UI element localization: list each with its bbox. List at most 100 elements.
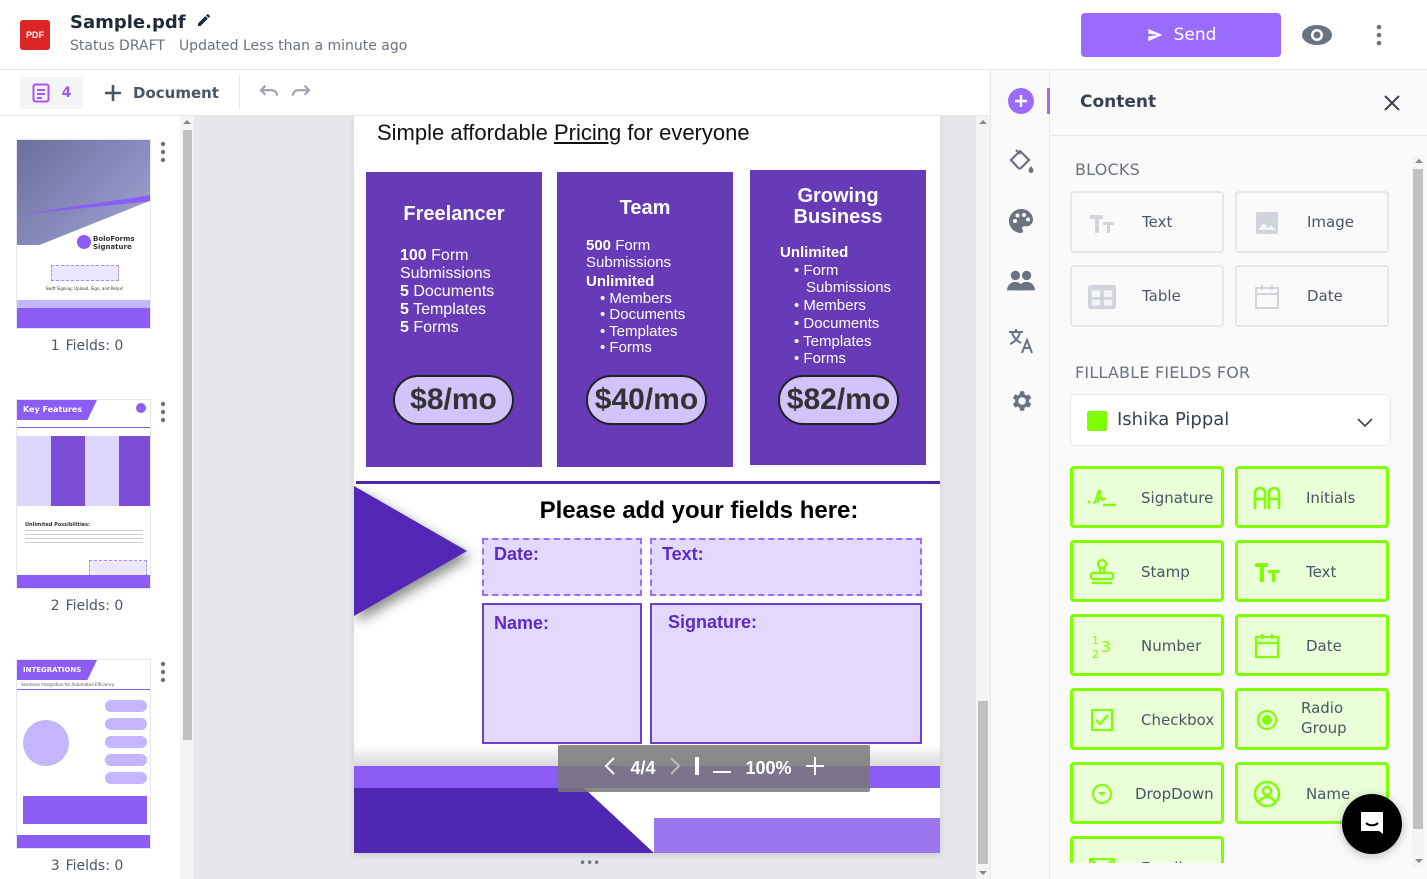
scroll-up-arrow[interactable] <box>1415 159 1423 163</box>
edit-title-button[interactable] <box>196 12 212 33</box>
block-table[interactable]: Table <box>1070 265 1224 327</box>
field-date[interactable]: Date <box>1235 614 1389 676</box>
palette-icon <box>1009 209 1033 233</box>
svg-text:2: 2 <box>1092 648 1099 659</box>
field-initials[interactable]: Initials <box>1235 466 1389 528</box>
page-thumbnail-2[interactable]: Key Features Unlimited Possibilities: <box>16 399 151 589</box>
kebab-menu-icon <box>160 661 166 683</box>
block-image[interactable]: Image <box>1235 191 1389 253</box>
toolbar-divider <box>239 75 240 109</box>
resize-handle[interactable]: ••• <box>579 856 600 870</box>
date-field-box[interactable]: Date: <box>482 538 642 596</box>
boloforms-logo-icon <box>77 235 91 249</box>
page-3-label: 3 Fields: 0 <box>50 858 124 874</box>
kebab-menu-icon <box>160 141 166 163</box>
panel-scrollbar[interactable] <box>1412 155 1424 867</box>
plan-card-growing-business: Growing Business Unlimited Form Submissi… <box>750 170 926 465</box>
fields-heading: Please add your fields here: <box>539 497 859 524</box>
zoom-in-button[interactable] <box>805 757 824 780</box>
plus-icon <box>805 757 824 775</box>
canvas-scrollbar[interactable] <box>976 116 990 879</box>
thumbnails-scrollbar[interactable] <box>180 116 194 879</box>
plan-features: Unlimited Form Submissions Members Docum… <box>780 244 920 368</box>
panel-title: Content <box>1080 92 1157 112</box>
calendar-icon <box>1254 634 1280 659</box>
next-page-button[interactable] <box>669 756 681 781</box>
panel-header: Content <box>1050 70 1427 136</box>
send-button[interactable]: Send <box>1081 13 1281 57</box>
name-field-box[interactable]: Name: <box>482 603 642 744</box>
page-indicator: 4/4 <box>630 758 656 778</box>
footer-accent <box>654 818 940 853</box>
status-badge: Status DRAFT <box>70 38 165 54</box>
scrollbar-thumb[interactable] <box>183 130 192 740</box>
pages-toggle-button[interactable]: 4 <box>20 77 83 109</box>
page-1-menu-button[interactable] <box>160 141 170 165</box>
plan-card-team: Team 500 Form Submissions Unlimited Memb… <box>557 172 733 467</box>
scroll-up-arrow[interactable] <box>183 120 191 124</box>
field-signature[interactable]: Signature <box>1070 466 1224 528</box>
field-text[interactable]: Text <box>1235 540 1389 602</box>
undo-icon <box>259 84 279 96</box>
rail-recipients[interactable] <box>1007 267 1035 295</box>
kebab-menu-icon <box>1376 24 1382 46</box>
plan-price: $40/mo <box>586 375 707 425</box>
gear-icon <box>1012 391 1032 411</box>
redo-button[interactable] <box>290 83 312 105</box>
plus-icon <box>105 85 121 101</box>
chevron-left-icon <box>605 757 616 775</box>
radio-icon <box>1256 709 1278 731</box>
scroll-up-arrow[interactable] <box>979 120 987 124</box>
page-thumbnail-1[interactable]: BoloForms Signature Swift Signing: Uploa… <box>16 139 151 329</box>
svg-text:1: 1 <box>1092 634 1099 647</box>
text-field-box[interactable]: Text: <box>650 538 922 596</box>
page-count: 4 <box>61 85 72 101</box>
plan-features: 100 Form Submissions 5 Documents 5 Templ… <box>400 247 495 336</box>
preview-button[interactable] <box>1300 22 1334 48</box>
send-button-label: Send <box>1173 25 1217 45</box>
block-date[interactable]: Date <box>1235 265 1389 327</box>
scroll-down-arrow[interactable] <box>979 871 987 875</box>
undo-button[interactable] <box>258 83 280 105</box>
page-2-label: 2 Fields: 0 <box>50 598 124 614</box>
fit-width-button[interactable] <box>695 757 700 780</box>
field-number[interactable]: 123 Number <box>1070 614 1224 676</box>
signature-field-box[interactable]: Signature: <box>650 603 922 744</box>
page-navigator: 4/4 100% <box>558 745 870 792</box>
field-dropdown[interactable]: DropDown <box>1070 762 1224 824</box>
scrollbar-thumb[interactable] <box>978 701 988 864</box>
rail-settings[interactable] <box>1007 387 1035 415</box>
rail-theme[interactable] <box>1007 207 1035 235</box>
recipient-color-swatch <box>1087 411 1107 431</box>
svg-text:3: 3 <box>1101 638 1111 656</box>
add-document-label: Document <box>133 84 219 102</box>
previous-page-button[interactable] <box>604 756 616 781</box>
calendar-icon <box>1255 285 1279 309</box>
close-panel-button[interactable] <box>1382 93 1402 113</box>
page-2-menu-button[interactable] <box>160 401 170 425</box>
add-document-button[interactable]: Document <box>103 77 219 109</box>
rail-translate[interactable] <box>1007 327 1035 355</box>
eye-icon <box>1302 25 1332 45</box>
plus-circle-icon <box>1008 88 1034 114</box>
page-3-menu-button[interactable] <box>160 661 170 685</box>
number-icon: 12 3 <box>1092 634 1111 659</box>
more-options-button[interactable] <box>1370 22 1388 48</box>
field-radio-group[interactable]: Radio Group <box>1235 688 1389 750</box>
chat-support-button[interactable] <box>1342 794 1402 854</box>
field-stamp[interactable]: Stamp <box>1070 540 1224 602</box>
scrollbar-thumb[interactable] <box>1413 169 1423 829</box>
field-email[interactable]: Email <box>1070 836 1224 863</box>
zoom-out-button[interactable] <box>713 758 732 779</box>
field-checkbox[interactable]: Checkbox <box>1070 688 1224 750</box>
block-text[interactable]: Text <box>1070 191 1224 253</box>
rail-add-content[interactable] <box>1007 87 1035 115</box>
chevron-down-icon <box>1357 418 1373 428</box>
rail-fill-color[interactable] <box>1007 147 1035 175</box>
recipient-select[interactable]: Ishika Pippal <box>1070 394 1391 446</box>
page-thumbnail-3[interactable]: INTEGRATIONS Seamless Integration for Au… <box>16 659 151 849</box>
translate-icon <box>1009 329 1033 354</box>
send-icon <box>1147 29 1162 41</box>
scroll-down-arrow[interactable] <box>1415 859 1423 863</box>
kebab-menu-icon <box>160 401 166 423</box>
